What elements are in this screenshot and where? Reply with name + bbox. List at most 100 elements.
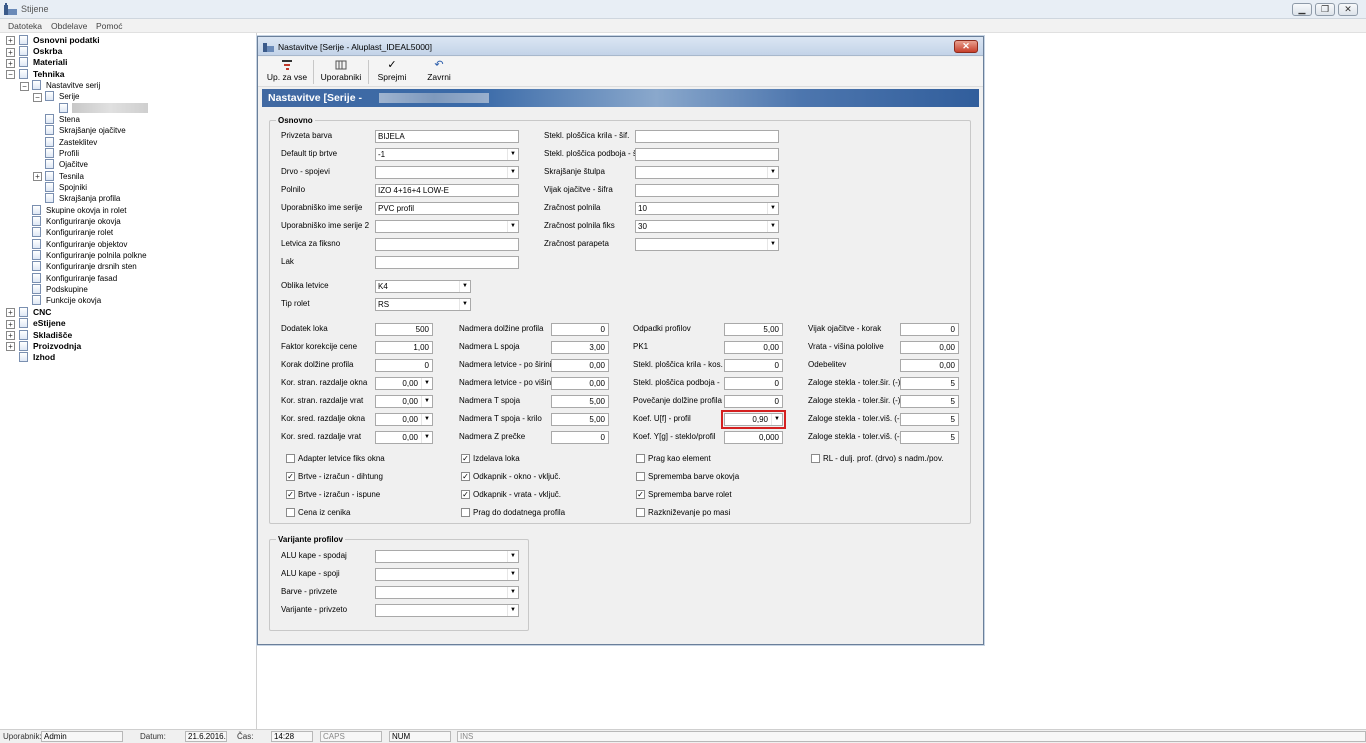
expand-icon[interactable]: + <box>6 59 15 68</box>
tree-item-spojniki[interactable]: Spojniki <box>59 182 87 193</box>
osnovno-left-field[interactable]: PVC profil <box>375 202 519 215</box>
tree-item-osnovni-podatki[interactable]: Osnovni podatki <box>33 35 100 46</box>
num_col1-field[interactable]: 0 <box>375 359 433 372</box>
num_col1-field[interactable]: 1,00 <box>375 341 433 354</box>
osnovno-right-field[interactable] <box>635 184 779 197</box>
tree-item[interactable]: Skupine okovja in rolet <box>46 205 127 216</box>
num_col4-field[interactable]: 5 <box>900 431 959 444</box>
varijante-combo[interactable]: ▼ <box>375 568 519 581</box>
osnovno-left-field[interactable]: IZO 4+16+4 LOW-E <box>375 184 519 197</box>
num_col2-field[interactable]: 5,00 <box>551 395 609 408</box>
tree-item[interactable]: Konfiguriranje drsnih sten <box>46 261 137 272</box>
num_col3-combo[interactable]: 0,90 ▼ <box>721 410 786 429</box>
osnovno-left-combo[interactable]: ▼ <box>375 166 519 179</box>
osnovno-right-field[interactable] <box>635 148 779 161</box>
menu-pomoc[interactable]: Pomoć <box>96 21 122 31</box>
num_col2-field[interactable]: 0,00 <box>551 377 609 390</box>
tree-item[interactable]: Funkcije okovja <box>46 295 101 306</box>
varijante-combo[interactable]: ▼ <box>375 550 519 563</box>
checkbox[interactable] <box>286 454 295 463</box>
checkbox[interactable] <box>286 508 295 517</box>
uporabniki-button[interactable]: Uporabniki <box>317 59 365 85</box>
osnovno-right-combo[interactable]: ▼ <box>635 166 779 179</box>
expand-icon[interactable]: + <box>6 342 15 351</box>
tree-item[interactable]: Konfiguriranje okovja <box>46 216 121 227</box>
expand-icon[interactable]: + <box>6 320 15 329</box>
tree-item-ojacitve[interactable]: Ojačitve <box>59 159 88 170</box>
tree-item[interactable]: Konfiguriranje rolet <box>46 227 113 238</box>
num_col4-field[interactable]: 0 <box>900 323 959 336</box>
num_col2-field[interactable]: 5,00 <box>551 413 609 426</box>
tree-item[interactable]: Konfiguriranje polnila polkne <box>46 250 147 261</box>
osnovno-right-combo[interactable]: 10 ▼ <box>635 202 779 215</box>
num_col3-field[interactable]: 5,00 <box>724 323 783 336</box>
osnovno-right-combo[interactable]: ▼ <box>635 238 779 251</box>
num_col3-field[interactable]: 0,000 <box>724 431 783 444</box>
osnovno-left-field[interactable]: BIJELA <box>375 130 519 143</box>
num_col2-field[interactable]: 3,00 <box>551 341 609 354</box>
checkbox[interactable]: ✓ <box>286 472 295 481</box>
tree-item-oskrba[interactable]: Oskrba <box>33 46 62 57</box>
num_col4-field[interactable]: 5 <box>900 377 959 390</box>
checkbox[interactable] <box>636 472 645 481</box>
tree-item-zasteklitev[interactable]: Zasteklitev <box>59 137 97 148</box>
num_col4-field[interactable]: 0,00 <box>900 359 959 372</box>
tree-item-skladisce[interactable]: Skladišče <box>33 330 72 341</box>
expand-icon[interactable]: + <box>33 172 42 181</box>
collapse-icon[interactable]: − <box>33 93 42 102</box>
tree-item-materiali[interactable]: Materiali <box>33 57 68 68</box>
checkbox[interactable]: ✓ <box>461 472 470 481</box>
num_col4-field[interactable]: 0,00 <box>900 341 959 354</box>
num_col1-combo[interactable]: 0,00 ▼ <box>375 377 433 390</box>
tree-item-tesnila[interactable]: Tesnila <box>59 171 84 182</box>
checkbox[interactable] <box>636 454 645 463</box>
checkbox[interactable]: ✓ <box>461 454 470 463</box>
varijante-combo[interactable]: ▼ <box>375 604 519 617</box>
checkbox[interactable]: ✓ <box>461 490 470 499</box>
tree-item-izhod[interactable]: Izhod <box>33 352 55 363</box>
tree-item[interactable]: Podskupine <box>46 284 88 295</box>
osnovno-left-field[interactable] <box>375 238 519 251</box>
expand-icon[interactable]: + <box>6 48 15 57</box>
varijante-combo[interactable]: ▼ <box>375 586 519 599</box>
num_col4-field[interactable]: 5 <box>900 413 959 426</box>
dialog-close-button[interactable]: ✕ <box>954 40 978 53</box>
osnovno-left-combo[interactable]: ▼ <box>375 220 519 233</box>
checkbox[interactable] <box>461 508 470 517</box>
num_col1-combo[interactable]: 0,00 ▼ <box>375 431 433 444</box>
tree-item-stena[interactable]: Stena <box>59 114 80 125</box>
tree-item[interactable]: Konfiguriranje objektov <box>46 239 127 250</box>
num_col2-field[interactable]: 0 <box>551 431 609 444</box>
checkbox[interactable]: ✓ <box>636 490 645 499</box>
num_col3-field[interactable]: 0,00 <box>724 341 783 354</box>
osnovno-right-combo[interactable]: 30 ▼ <box>635 220 779 233</box>
num_col3-field[interactable]: 0 <box>724 377 783 390</box>
num_col1-field[interactable]: 500 <box>375 323 433 336</box>
num_col1-combo[interactable]: 0,00 ▼ <box>375 395 433 408</box>
oblika-letvice-combo[interactable]: K4 ▼ <box>375 280 471 293</box>
checkbox[interactable] <box>811 454 820 463</box>
expand-icon[interactable]: + <box>6 36 15 45</box>
tree-item-estijene[interactable]: eStijene <box>33 318 66 329</box>
num_col3-field[interactable]: 0 <box>724 359 783 372</box>
tree-item[interactable]: Konfiguriranje fasad <box>46 273 117 284</box>
menu-datoteka[interactable]: Datoteka <box>8 21 42 31</box>
tree-item-proizvodnja[interactable]: Proizvodnja <box>33 341 81 352</box>
collapse-icon[interactable]: − <box>20 82 29 91</box>
sprejmi-button[interactable]: ✓ Sprejmi <box>373 59 411 85</box>
num_col4-field[interactable]: 5 <box>900 395 959 408</box>
tree-item-nastavitve-serij[interactable]: Nastavitve serij <box>46 80 100 91</box>
tree-item-serije[interactable]: Serije <box>59 91 79 102</box>
checkbox[interactable] <box>636 508 645 517</box>
tree-item-skrajsanje-ojacitve[interactable]: Skrajšanje ojačitve <box>59 125 126 136</box>
tree-item-skrajsanja-profila[interactable]: Skrajšanja profila <box>59 193 120 204</box>
osnovno-left-combo[interactable]: -1 ▼ <box>375 148 519 161</box>
tip-rolet-combo[interactable]: RS ▼ <box>375 298 471 311</box>
expand-icon[interactable]: + <box>6 308 15 317</box>
collapse-icon[interactable]: − <box>6 70 15 79</box>
tree-item-profili[interactable]: Profili <box>59 148 79 159</box>
osnovno-left-field[interactable] <box>375 256 519 269</box>
expand-icon[interactable]: + <box>6 331 15 340</box>
tree-item-cnc[interactable]: CNC <box>33 307 51 318</box>
num_col3-field[interactable]: 0 <box>724 395 783 408</box>
